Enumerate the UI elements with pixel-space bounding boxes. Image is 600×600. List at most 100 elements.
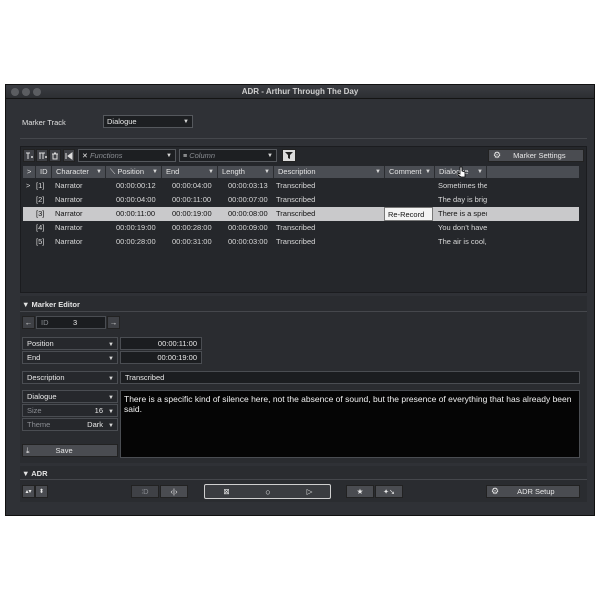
description-label: Description (27, 373, 65, 382)
table-row[interactable]: [4] Narrator 00:00:19:00 00:00:28:00 00:… (23, 221, 579, 235)
end-label: End (27, 353, 41, 362)
add-marker-button[interactable] (23, 149, 35, 162)
dialogue-label: Dialogue (27, 392, 57, 401)
rewind-button[interactable]: ⊠ (206, 485, 247, 498)
cycle-button[interactable]: ⦙D (131, 485, 159, 498)
row-end: 00:00:31:00 (172, 237, 212, 246)
header-position[interactable]: ⟍ Position ▼ (106, 166, 162, 178)
sort-icon: ≡ (183, 153, 188, 160)
row-dialogue: Sometimes the (438, 181, 487, 190)
level-adjust-button[interactable]: ⬍ (35, 485, 48, 498)
header-comment[interactable]: Comment ▼ (385, 166, 435, 178)
position-label: Position (27, 339, 54, 348)
position-select[interactable]: Position ▼ (22, 337, 118, 350)
header-length[interactable]: Length ▼ (218, 166, 274, 178)
table-row[interactable]: > [1] Narrator 00:00:00:12 00:00:04:00 0… (23, 179, 579, 193)
circle-icon: ○ (265, 486, 271, 497)
functions-placeholder: Functions (89, 151, 123, 160)
chevron-down-icon: ▼ (166, 153, 172, 159)
record-button[interactable]: ○ (248, 485, 288, 498)
add-markers-button[interactable] (36, 149, 48, 162)
dialogue-select[interactable]: Dialogue ▼ (22, 390, 118, 403)
marker-track-value: Dialogue (107, 117, 137, 126)
adr-header[interactable]: ▼ ADR (22, 469, 47, 478)
id-label: ID (41, 318, 49, 327)
row-comment-editing[interactable]: Re-Record (384, 207, 433, 221)
adr-setup-label: ADR Setup (517, 487, 555, 496)
theme-select[interactable]: Theme Dark ▼ (22, 418, 118, 431)
row-end: 00:00:28:00 (172, 223, 212, 232)
header-character[interactable]: Character ▼ (52, 166, 106, 178)
row-position: 00:00:19:00 (116, 223, 156, 232)
marker-settings-button[interactable]: ⚙ Marker Settings (488, 149, 584, 162)
marker-track-label: Marker Track (22, 118, 66, 127)
position-field[interactable]: 00:00:11:00 (120, 337, 202, 350)
chevron-down-icon: ▼ (108, 409, 114, 415)
play-button[interactable]: ▷ (289, 485, 330, 498)
row-dialogue: There is a spec (438, 209, 487, 218)
id-field[interactable]: ID 3 (36, 316, 106, 329)
adr-title: ADR (31, 469, 48, 478)
go-to-start-button[interactable] (63, 149, 75, 162)
theme-value: Dark (87, 420, 103, 429)
header-comment-label: Comment (389, 167, 422, 176)
marker-track-select[interactable]: Dialogue ▼ (103, 115, 193, 128)
row-character: Narrator (55, 237, 83, 246)
row-dialogue: The air is cool, (438, 237, 487, 246)
functions-select[interactable]: ✕ Functions ▼ (78, 149, 176, 162)
header-end-label: End (166, 167, 180, 176)
bracket-icon: ⦙D (141, 486, 149, 496)
favorite-button[interactable]: ★ (346, 485, 374, 498)
record-level-button[interactable]: ▴▾ (22, 485, 35, 498)
description-field[interactable]: Transcribed (120, 371, 580, 384)
chevron-down-icon: ▼ (425, 169, 431, 175)
next-marker-button[interactable]: → (107, 316, 120, 329)
end-field[interactable]: 00:00:19:00 (120, 351, 202, 364)
row-position: 00:00:04:00 (116, 195, 156, 204)
rewind-icon: ⊠ (223, 487, 230, 496)
row-id: [3] (36, 209, 45, 218)
column-placeholder: Column (189, 151, 216, 160)
sparkle-button[interactable]: ✦↘ (375, 485, 403, 498)
table-row[interactable]: [5] Narrator 00:00:28:00 00:00:31:00 00:… (23, 235, 579, 249)
size-field[interactable]: Size 16 ▼ (22, 404, 118, 417)
end-select[interactable]: End ▼ (22, 351, 118, 364)
gear-icon: ⚙ (491, 486, 500, 496)
marker-list-panel: ✕ Functions ▼ ≡ Column ▼ ⚙ Marker Settin… (20, 146, 587, 293)
table-row-selected[interactable]: [3] Narrator 00:00:11:00 00:00:19:00 00:… (23, 207, 579, 221)
filter-button[interactable] (282, 149, 296, 162)
marker-editor-header[interactable]: ▼ Marker Editor (22, 300, 80, 309)
add-marker-icon (25, 152, 33, 159)
trash-icon (52, 152, 58, 159)
header-end[interactable]: End ▼ (162, 166, 218, 178)
adr-window: ADR - Arthur Through The Day Marker Trac… (5, 84, 595, 516)
save-button[interactable]: ⤓ Save (22, 444, 118, 457)
loop-button[interactable]: ‹|› (160, 485, 188, 498)
row-end: 00:00:19:00 (172, 209, 212, 218)
column-select[interactable]: ≡ Column ▼ (179, 149, 277, 162)
chevron-down-icon: ▼ (183, 119, 189, 125)
header-id[interactable]: ID (36, 166, 52, 178)
title-bar: ADR - Arthur Through The Day (6, 85, 594, 99)
delete-marker-button[interactable] (49, 149, 61, 162)
table-row[interactable]: [2] Narrator 00:00:04:00 00:00:11:00 00:… (23, 193, 579, 207)
chevron-down-icon: ▼ (108, 395, 114, 401)
adr-setup-button[interactable]: ⚙ ADR Setup (486, 485, 580, 498)
row-id: [5] (36, 237, 45, 246)
description-select[interactable]: Description ▼ (22, 371, 118, 384)
size-value: 16 (94, 406, 103, 415)
chevron-down-icon: ▼ (477, 169, 483, 175)
divider (20, 311, 587, 312)
row-description: Transcribed (276, 237, 316, 246)
row-id: [1] (36, 181, 45, 190)
header-arrow[interactable]: > (23, 166, 36, 178)
row-description: Transcribed (276, 223, 316, 232)
add-markers-icon (38, 152, 47, 159)
dialogue-text-editor[interactable]: There is a specific kind of silence here… (120, 390, 580, 458)
row-id: [2] (36, 195, 45, 204)
header-description[interactable]: Description ▼ (274, 166, 385, 178)
header-description-label: Description (278, 167, 316, 176)
row-id: [4] (36, 223, 45, 232)
adr-panel: ▼ ADR ▴▾ ⬍ ⦙D ‹|› ⊠ ○ ▷ ★ ✦↘ ⚙ ADR Setup (20, 466, 587, 502)
previous-marker-button[interactable]: ← (22, 316, 35, 329)
